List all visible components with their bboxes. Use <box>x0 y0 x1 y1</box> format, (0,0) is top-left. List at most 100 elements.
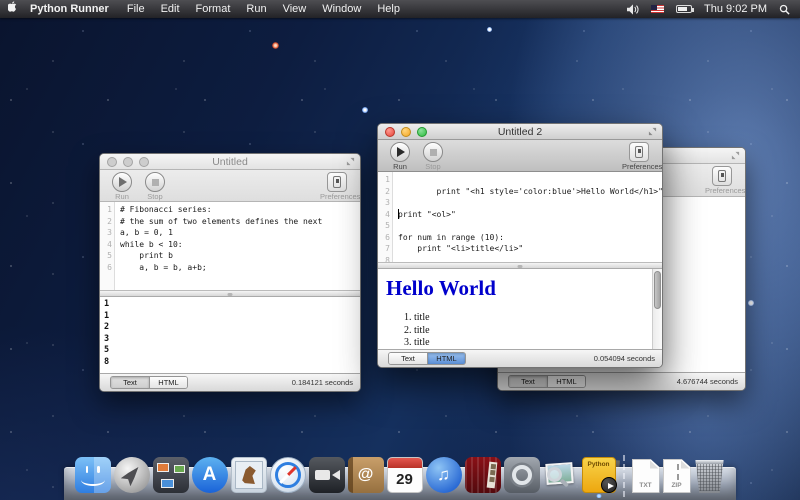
dock-item-zip-document[interactable]: ZIP <box>663 459 691 493</box>
dock-item-safari[interactable] <box>270 457 306 493</box>
line-numbers: 1 2 3 4 5 6 7 8 <box>378 172 393 262</box>
battery-menu-extra[interactable] <box>676 5 692 13</box>
tab-text[interactable]: Text <box>389 353 427 364</box>
text-cursor <box>398 209 399 219</box>
window2-code-editor[interactable]: 1 2 3 4 5 6 7 8 print "<h1 style='color:… <box>378 172 662 262</box>
dock-item-address-book[interactable]: @ <box>348 457 384 493</box>
rendered-heading: Hello World <box>386 276 662 301</box>
close-button[interactable] <box>385 127 395 137</box>
fullscreen-icon[interactable] <box>731 151 740 160</box>
list-item: title <box>414 312 662 325</box>
list-item: title <box>414 337 662 349</box>
scrollbar-thumb[interactable] <box>654 271 661 309</box>
dock-item-txt-document[interactable]: TXT <box>632 459 660 493</box>
window-untitled[interactable]: Untitled Run Stop Preferences 1 2 3 4 5 … <box>99 153 361 392</box>
menu-window[interactable]: Window <box>322 3 361 15</box>
stop-icon <box>430 149 437 156</box>
window1-toolbar: Run Stop Preferences <box>100 170 360 202</box>
window2-output-area[interactable]: Hello World title title title title titl… <box>378 269 662 349</box>
volume-menu-extra[interactable] <box>627 4 639 15</box>
preferences-icon <box>333 176 341 188</box>
preferences-icon <box>718 170 726 182</box>
zoom-button[interactable] <box>417 127 427 137</box>
dock-item-finder[interactable] <box>75 457 111 493</box>
dock-item-itunes[interactable]: ♫ <box>426 457 462 493</box>
window1-splitter[interactable] <box>100 290 360 297</box>
blue-star <box>362 107 368 113</box>
play-icon <box>397 147 405 157</box>
dock-item-ical[interactable]: 29 <box>387 457 423 493</box>
dock-item-trash[interactable] <box>694 460 726 493</box>
menu-app-name[interactable]: Python Runner <box>30 3 109 15</box>
dock-item-mission-control[interactable] <box>153 457 189 493</box>
menu-format[interactable]: Format <box>196 3 231 15</box>
window1-title: Untitled <box>212 156 248 168</box>
execution-time: 0.184121 seconds <box>292 378 353 387</box>
play-badge-icon <box>601 477 617 493</box>
menu-edit[interactable]: Edit <box>161 3 180 15</box>
preferences-button[interactable]: Preferences <box>705 166 739 195</box>
execution-time: 0.054094 seconds <box>594 354 655 363</box>
run-button[interactable]: Run <box>105 172 139 201</box>
fullscreen-icon[interactable] <box>346 157 355 166</box>
dock-item-system-preferences[interactable] <box>504 457 540 493</box>
dock-item-mail[interactable] <box>231 457 267 493</box>
stop-button[interactable]: Stop <box>416 142 450 171</box>
white-star <box>748 300 754 306</box>
window1-title-bar[interactable]: Untitled <box>100 154 360 170</box>
gear-icon <box>512 465 532 485</box>
dock-item-app-store[interactable]: A <box>192 457 228 493</box>
calendar-icon: 29 <box>388 468 422 492</box>
magnifier-icon <box>547 467 562 482</box>
vertical-scrollbar[interactable] <box>652 269 662 349</box>
input-source-menu-extra[interactable] <box>651 5 664 13</box>
fullscreen-icon[interactable] <box>648 127 657 136</box>
txt-file-icon: TXT <box>633 482 659 489</box>
zoom-button[interactable] <box>139 157 149 167</box>
minimize-button[interactable] <box>401 127 411 137</box>
menu-run[interactable]: Run <box>246 3 266 15</box>
code-text[interactable]: print "<h1 style='color:blue'>Hello Worl… <box>393 172 662 262</box>
window1-traffic-lights <box>107 157 149 167</box>
run-button[interactable]: Run <box>383 142 417 171</box>
clock-menu-extra[interactable]: Thu 9:02 PM <box>704 3 767 15</box>
window-untitled-2[interactable]: Untitled 2 Run Stop Preferences 1 2 3 4 … <box>377 123 663 368</box>
tab-html[interactable]: HTML <box>149 377 187 388</box>
window2-bottom-bar: Text HTML 0.054094 seconds <box>378 349 662 367</box>
dock-item-preview[interactable] <box>543 457 579 493</box>
dock-item-launchpad[interactable] <box>114 457 150 493</box>
dock-item-python-runner[interactable]: Python <box>582 457 616 493</box>
tab-text[interactable]: Text <box>111 377 149 388</box>
code-text[interactable]: # Fibonacci series: # the sum of two ele… <box>115 202 360 290</box>
menu-file[interactable]: File <box>127 3 145 15</box>
python-runner-icon: Python <box>583 458 615 468</box>
window1-code-editor[interactable]: 1 2 3 4 5 6 # Fibonacci series: # the su… <box>100 202 360 290</box>
menu-help[interactable]: Help <box>377 3 400 15</box>
apple-menu[interactable] <box>0 1 26 17</box>
dock-item-facetime[interactable] <box>309 457 345 493</box>
tab-html[interactable]: HTML <box>547 376 585 387</box>
rocket-icon <box>120 462 144 486</box>
preferences-button[interactable]: Preferences <box>622 142 656 171</box>
window1-output-area[interactable]: 1 1 2 3 5 8 <box>100 297 360 373</box>
rendered-ordered-list: title title title title title title <box>378 312 662 349</box>
mission-control-icon <box>161 479 174 488</box>
running-indicator <box>596 494 602 498</box>
battery-icon <box>676 5 692 13</box>
spotlight-menu-extra[interactable] <box>779 4 790 15</box>
desktop: Python Runner File Edit Format Run View … <box>0 0 800 500</box>
tab-html[interactable]: HTML <box>427 353 465 364</box>
line-numbers: 1 2 3 4 5 6 <box>100 202 115 290</box>
tab-text[interactable]: Text <box>509 376 547 387</box>
splitter-grip-icon <box>518 265 523 268</box>
close-button[interactable] <box>107 157 117 167</box>
minimize-button[interactable] <box>123 157 133 167</box>
us-flag-icon <box>651 5 664 13</box>
window2-title-bar[interactable]: Untitled 2 <box>378 124 662 140</box>
preferences-button[interactable]: Preferences <box>320 172 354 201</box>
menu-view[interactable]: View <box>283 3 307 15</box>
code-content: print "<h1 style='color:blue'>Hello Worl… <box>398 187 662 263</box>
stop-button[interactable]: Stop <box>138 172 172 201</box>
window2-splitter[interactable] <box>378 262 662 269</box>
dock-item-photo-booth[interactable] <box>465 457 501 493</box>
